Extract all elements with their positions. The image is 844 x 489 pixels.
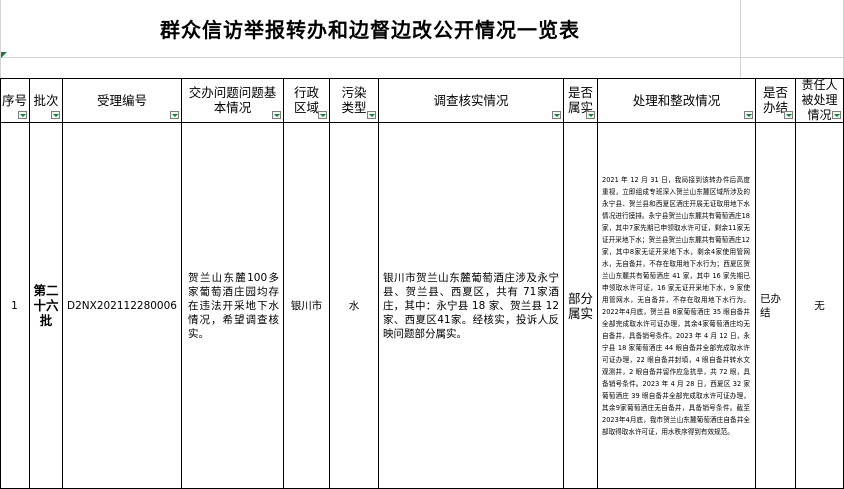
filter-dropdown-icon[interactable] <box>832 111 841 119</box>
filter-dropdown-icon[interactable] <box>272 111 281 119</box>
page-title: 群众信访举报转办和边督边改公开情况一览表 <box>160 18 580 42</box>
filter-dropdown-icon[interactable] <box>744 111 753 119</box>
header-investigation: 调查核实情况 <box>433 92 509 108</box>
header-case-number: 受理编号 <box>96 92 147 108</box>
cell-responsible: 无 <box>814 299 825 312</box>
filter-dropdown-icon[interactable] <box>18 111 27 119</box>
cell-error-indicator-icon <box>1 52 7 58</box>
cell-pollution-type: 水 <box>348 299 360 312</box>
cell-handling: 2021 年 12 月 31 日，我局接到该转办件后高度重视，立即组成专班深入贺… <box>602 175 750 436</box>
cell-closed: 已办结 <box>760 292 781 319</box>
cell-verified: 部分属实 <box>568 290 594 321</box>
header-issue: 交办问题问题基本情况 <box>188 85 277 115</box>
filter-dropdown-icon[interactable] <box>170 111 179 119</box>
filter-dropdown-icon[interactable] <box>318 111 327 119</box>
cell-investigation: 银川市贺兰山东麓葡萄酒庄涉及永宁县、贺兰县、西夏区，共有 71家酒庄，其中：永宁… <box>383 271 559 340</box>
cell-batch: 第二十六批 <box>33 283 59 328</box>
filter-dropdown-icon[interactable] <box>586 111 595 119</box>
header-handling: 处理和整改情况 <box>632 92 721 108</box>
spreadsheet: 群众信访举报转办和边督边改公开情况一览表 序号 批次 受理编号 交办问题问题基本… <box>0 0 844 489</box>
gridline <box>0 57 844 58</box>
filter-dropdown-icon[interactable] <box>784 111 793 119</box>
cell-case-number: D2NX202112280006 <box>67 299 177 312</box>
filter-dropdown-icon[interactable] <box>552 111 561 119</box>
cell-issue: 贺兰山东麓100多家葡萄酒庄园均存在违法开采地下水情况，希望调查核实。 <box>188 271 279 340</box>
cell-region: 银川市 <box>290 299 323 312</box>
gridline <box>740 0 741 78</box>
cell-seq: 1 <box>11 299 18 312</box>
filter-dropdown-icon[interactable] <box>367 111 376 119</box>
filter-dropdown-icon[interactable] <box>51 111 60 119</box>
